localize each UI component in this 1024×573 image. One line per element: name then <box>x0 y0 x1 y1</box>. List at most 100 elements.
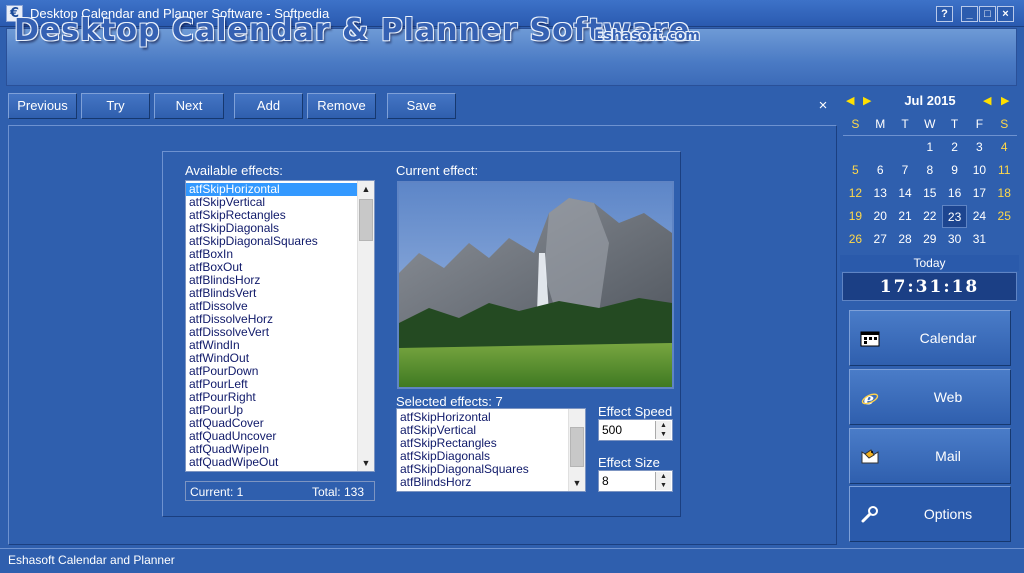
effect-preview-image <box>397 181 674 389</box>
calendar-week-row: 19 20 21 22 23 24 25 <box>843 205 1017 228</box>
calendar-day[interactable]: 15 <box>917 182 942 205</box>
previous-button[interactable]: Previous <box>8 93 77 119</box>
status-text: Eshasoft Calendar and Planner <box>8 553 175 567</box>
calendar-day[interactable]: 16 <box>942 182 967 205</box>
mail-button[interactable]: Mail <box>849 428 1011 484</box>
calendar-day[interactable]: 23 <box>942 205 967 228</box>
effect-size-stepper[interactable]: 8 ▲ ▼ <box>598 470 673 492</box>
remove-button[interactable]: Remove <box>307 93 376 119</box>
calendar-button[interactable]: Calendar <box>849 310 1011 366</box>
calendar-week-row: 26 27 28 29 30 31 <box>843 228 1017 251</box>
calendar-day[interactable]: 20 <box>868 205 893 228</box>
calendar-day[interactable]: 29 <box>917 228 942 251</box>
spin-down-icon[interactable]: ▼ <box>656 481 671 490</box>
calendar-day[interactable]: 18 <box>992 182 1017 205</box>
calendar-day[interactable]: 11 <box>992 159 1017 182</box>
effect-speed-value: 500 <box>602 423 623 437</box>
landscape-image <box>399 183 672 387</box>
close-button[interactable]: × <box>997 6 1014 22</box>
calendar-week-row: 1234 <box>843 136 1017 159</box>
maximize-button[interactable]: □ <box>979 6 996 22</box>
calendar-day[interactable]: 8 <box>917 159 942 182</box>
next-year-icon[interactable]: ▶ <box>1001 94 1009 107</box>
internet-explorer-icon: e <box>861 389 879 407</box>
calendar-day[interactable]: 31 <box>967 228 992 251</box>
calendar-day[interactable]: 9 <box>942 159 967 182</box>
effect-speed-stepper[interactable]: 500 ▲ ▼ <box>598 419 673 441</box>
web-button[interactable]: e Web <box>849 369 1011 425</box>
calendar-day[interactable]: 4 <box>992 136 1017 159</box>
weekday-label: T <box>950 117 959 131</box>
calendar-day[interactable]: 2 <box>942 136 967 159</box>
mail-bird-icon <box>861 449 879 464</box>
scroll-thumb[interactable] <box>570 427 584 467</box>
weekday-label: S <box>851 117 860 131</box>
clock-display: 17:31:18 <box>842 272 1017 301</box>
available-effect-item[interactable]: atfQuadWipeOut <box>186 456 374 469</box>
effect-size-value: 8 <box>602 474 609 488</box>
calendar-day[interactable]: 30 <box>942 228 967 251</box>
spin-up-icon[interactable]: ▲ <box>656 421 671 430</box>
calendar-day[interactable]: 25 <box>992 205 1017 228</box>
web-button-label: Web <box>933 389 963 405</box>
calendar-button-label: Calendar <box>919 330 977 346</box>
today-button[interactable]: Today <box>840 255 1019 271</box>
header-title: Desktop Calendar & Planner Software <box>14 13 691 48</box>
calendar-day[interactable]: 17 <box>967 182 992 205</box>
available-list-scrollbar[interactable]: ▲ ▼ <box>357 181 374 471</box>
spin-down-icon[interactable]: ▼ <box>656 430 671 439</box>
weekday-label: S <box>1000 117 1009 131</box>
help-button[interactable]: ? <box>936 6 953 22</box>
calendar-day[interactable]: 27 <box>868 228 893 251</box>
calendar-day[interactable]: 21 <box>893 205 918 228</box>
next-button[interactable]: Next <box>154 93 224 119</box>
spin-up-icon[interactable]: ▲ <box>656 472 671 481</box>
selected-effect-item[interactable]: atfBlindsHorz <box>397 476 585 489</box>
calendar-day[interactable]: 24 <box>967 205 992 228</box>
weekday-label: T <box>901 117 909 131</box>
add-button[interactable]: Add <box>234 93 303 119</box>
total-count: Total: 133 <box>311 485 364 499</box>
selected-effects-list[interactable]: atfSkipHorizontal atfSkipVertical atfSkipR… <box>396 408 586 492</box>
panel-close-icon[interactable]: × <box>816 98 830 113</box>
save-button[interactable]: Save <box>387 93 456 119</box>
scroll-thumb[interactable] <box>359 199 373 241</box>
scroll-down-icon[interactable]: ▼ <box>569 475 585 491</box>
calendar-day[interactable]: 28 <box>893 228 918 251</box>
calendar-day[interactable]: 10 <box>967 159 992 182</box>
weekday-label: F <box>975 117 984 131</box>
calendar-day[interactable]: 12 <box>843 182 868 205</box>
current-count: Current: 1 <box>190 485 244 499</box>
next-month-icon[interactable]: ◀ <box>983 94 991 107</box>
calendar-month: Jul 2015 <box>904 93 956 108</box>
calendar-day[interactable]: 26 <box>843 228 868 251</box>
calendar-week-row: 12 13 14 15 16 17 18 <box>843 182 1017 205</box>
calendar-day[interactable]: 7 <box>893 159 918 182</box>
calendar-day[interactable]: 6 <box>868 159 893 182</box>
calendar-icon <box>860 331 880 347</box>
try-button[interactable]: Try <box>81 93 150 119</box>
calendar-day[interactable]: 3 <box>967 136 992 159</box>
scroll-up-icon[interactable]: ▲ <box>358 181 374 197</box>
prev-month-icon[interactable]: ▶ <box>863 94 871 107</box>
calendar-empty-cell <box>992 228 1017 251</box>
effects-status-box: Current: 1 Total: 133 <box>185 481 375 501</box>
available-effects-list[interactable]: atfSkipHorizontal atfSkipVertical atfSkipR… <box>185 180 375 472</box>
prev-year-icon[interactable]: ◀ <box>846 94 854 107</box>
selected-list-scrollbar[interactable]: ▼ <box>568 409 585 491</box>
weekday-label: M <box>875 117 886 131</box>
mail-button-label: Mail <box>935 448 961 464</box>
scroll-down-icon[interactable]: ▼ <box>358 455 374 471</box>
calendar-empty-cell <box>843 136 868 159</box>
calendar-day[interactable]: 13 <box>868 182 893 205</box>
calendar-week-row: 5 6 7 8 9 10 11 <box>843 159 1017 182</box>
calendar-day[interactable]: 19 <box>843 205 868 228</box>
minimize-button[interactable]: _ <box>961 6 978 22</box>
calendar-weekdays: SMTWTFS <box>843 113 1017 136</box>
selected-effects-label: Selected effects: 7 <box>396 394 503 409</box>
options-button[interactable]: Options <box>849 486 1011 542</box>
calendar-day[interactable]: 14 <box>893 182 918 205</box>
calendar-day[interactable]: 5 <box>843 159 868 182</box>
calendar-day[interactable]: 1 <box>917 136 942 159</box>
calendar-day[interactable]: 22 <box>917 205 942 228</box>
